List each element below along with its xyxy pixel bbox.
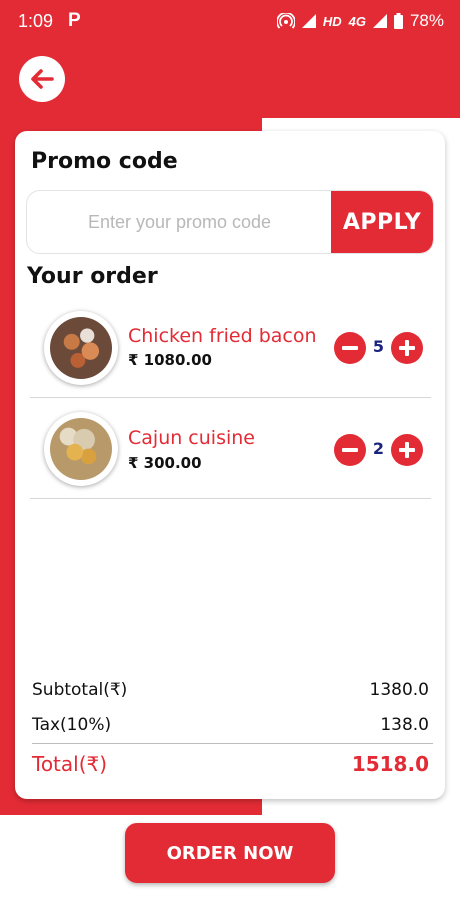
- subtotal-value: 1380.0: [369, 680, 429, 700]
- quantity-stepper: 5: [334, 332, 423, 364]
- battery-level: 78%: [409, 11, 444, 30]
- signal-icon-2: [372, 14, 387, 28]
- network-type-label: 4G: [348, 13, 366, 29]
- item-name: Cajun cuisine: [128, 427, 255, 449]
- plus-circle-icon[interactable]: [391, 332, 423, 364]
- promo-code-title: Promo code: [31, 149, 178, 174]
- status-bar: 1:09 P HD 4G 78%: [0, 0, 460, 46]
- status-icons: HD 4G 78%: [276, 11, 444, 31]
- quantity-stepper: 2: [334, 434, 423, 466]
- tax-value: 138.0: [380, 715, 429, 735]
- subtotal-row: Subtotal(₹) 1380.0: [32, 680, 429, 700]
- summary-divider: [32, 743, 433, 744]
- minus-circle-icon[interactable]: [334, 434, 366, 466]
- quantity-value: 5: [372, 337, 385, 356]
- arrow-left-icon: [31, 69, 54, 89]
- minus-circle-icon[interactable]: [334, 332, 366, 364]
- signal-icon: [301, 14, 316, 28]
- battery-icon: [393, 13, 403, 29]
- checkout-card: Promo code APPLY Your order Chicken frie…: [15, 131, 445, 799]
- plus-circle-icon[interactable]: [391, 434, 423, 466]
- tax-label: Tax(10%): [32, 715, 112, 735]
- status-time: 1:09: [18, 11, 54, 31]
- tax-row: Tax(10%) 138.0: [32, 715, 429, 735]
- item-name: Chicken fried bacon: [128, 325, 317, 347]
- hotspot-icon: [276, 13, 295, 29]
- promo-code-form: APPLY: [26, 190, 434, 254]
- promo-code-input[interactable]: [27, 191, 332, 253]
- total-label: Total(₹): [32, 752, 108, 776]
- parking-app-icon: P: [68, 10, 81, 31]
- apply-button[interactable]: APPLY: [331, 191, 433, 253]
- item-price: ₹ 1080.00: [128, 351, 212, 369]
- subtotal-label: Subtotal(₹): [32, 680, 128, 700]
- cajun-cuisine-photo: [44, 412, 118, 486]
- order-item: Cajun cuisine ₹ 300.00 2: [30, 399, 431, 499]
- total-value: 1518.0: [351, 752, 429, 776]
- back-button[interactable]: [19, 56, 65, 102]
- your-order-title: Your order: [27, 264, 158, 289]
- quantity-value: 2: [372, 439, 385, 458]
- chicken-fried-bacon-photo: [44, 311, 118, 385]
- order-item: Chicken fried bacon ₹ 1080.00 5: [30, 298, 431, 398]
- order-now-button[interactable]: ORDER NOW: [125, 823, 335, 883]
- total-row: Total(₹) 1518.0: [32, 752, 429, 776]
- item-price: ₹ 300.00: [128, 454, 202, 472]
- network-hd-label: HD: [322, 13, 342, 29]
